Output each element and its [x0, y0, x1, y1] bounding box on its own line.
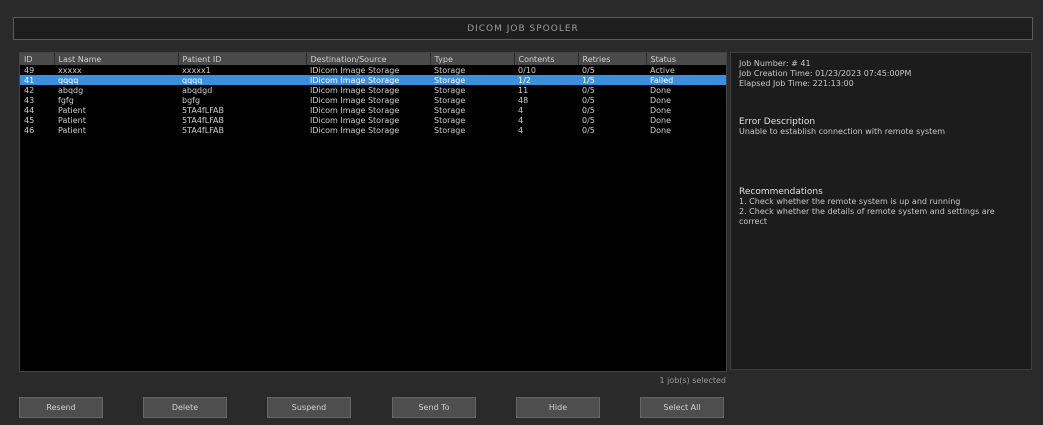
cell-status: Active: [650, 65, 675, 75]
table-header-row: ID Last Name Patient ID Destination/Sour…: [20, 53, 726, 65]
column-header-patient-id[interactable]: Patient ID: [178, 53, 307, 65]
cell-status: Done: [650, 95, 672, 105]
cell-last-name: abqdg: [58, 85, 84, 95]
cell-destination: IDicom Image Storage: [310, 125, 400, 135]
suspend-button[interactable]: Suspend: [267, 397, 351, 418]
column-header-last-name[interactable]: Last Name: [54, 53, 179, 65]
table-row[interactable]: 45 Patient 5TA4fLFAB IDicom Image Storag…: [20, 115, 726, 125]
cell-id: 42: [24, 85, 35, 95]
cell-type: Storage: [434, 85, 466, 95]
recommendation-item: 2. Check whether the details of remote s…: [739, 207, 995, 216]
table-row-selected[interactable]: 41 qqqq qqqq IDicom Image Storage Storag…: [20, 75, 726, 85]
cell-last-name: xxxxx: [58, 65, 82, 75]
cell-retries: 0/5: [582, 85, 595, 95]
recommendation-item-continued: correct: [739, 217, 768, 226]
cell-patient-id: 5TA4fLFAB: [182, 115, 225, 125]
table-row[interactable]: 46 Patient 5TA4fLFAB IDicom Image Storag…: [20, 125, 726, 135]
cell-id: 46: [24, 125, 35, 135]
cell-destination: IDicom Image Storage: [310, 115, 400, 125]
cell-contents: 48: [518, 95, 529, 105]
select-all-button[interactable]: Select All: [640, 397, 724, 418]
error-description-text: Unable to establish connection with remo…: [739, 127, 945, 136]
table-row[interactable]: 42 abqdg abqdgd IDicom Image Storage Sto…: [20, 85, 726, 95]
cell-contents: 4: [518, 105, 524, 115]
cell-last-name: qqqq: [54, 75, 178, 85]
hide-button[interactable]: Hide: [516, 397, 600, 418]
column-header-contents[interactable]: Contents: [514, 53, 579, 65]
cell-contents: 1/2: [514, 75, 578, 85]
page-title: DICOM JOB SPOOLER: [467, 23, 579, 34]
cell-id: 45: [24, 115, 35, 125]
cell-last-name: Patient: [58, 105, 86, 115]
recommendation-item: 1. Check whether the remote system is up…: [739, 197, 961, 206]
cell-patient-id: xxxxx1: [182, 65, 211, 75]
cell-retries: 0/5: [582, 115, 595, 125]
cell-patient-id: qqqq: [178, 75, 306, 85]
cell-id: 43: [24, 95, 35, 105]
table-row[interactable]: 43 fgfg bgfg IDicom Image Storage Storag…: [20, 95, 726, 105]
cell-retries: 0/5: [582, 95, 595, 105]
cell-status: Done: [650, 115, 672, 125]
cell-patient-id: 5TA4fLFAB: [182, 105, 225, 115]
cell-type: Storage: [434, 115, 466, 125]
cell-type: Storage: [430, 75, 514, 85]
cell-status: Done: [650, 85, 672, 95]
resend-button[interactable]: Resend: [19, 397, 103, 418]
cell-contents: 11: [518, 85, 529, 95]
column-header-type[interactable]: Type: [430, 53, 515, 65]
send-to-button[interactable]: Send To: [392, 397, 476, 418]
job-number: Job Number: # 41: [739, 59, 811, 68]
selection-count: 1 job(s) selected: [659, 376, 726, 385]
table-row[interactable]: 49 xxxxx xxxxx1 IDicom Image Storage Sto…: [20, 65, 726, 75]
cell-status: Done: [650, 125, 672, 135]
cell-type: Storage: [434, 125, 466, 135]
spooler-title-bar: DICOM JOB SPOOLER: [13, 17, 1033, 40]
delete-button[interactable]: Delete: [143, 397, 227, 418]
error-description-heading: Error Description: [739, 117, 816, 127]
cell-type: Storage: [434, 105, 466, 115]
cell-contents: 4: [518, 115, 524, 125]
cell-destination: IDicom Image Storage: [310, 105, 400, 115]
job-details-panel: Job Number: # 41 Job Creation Time: 01/2…: [730, 52, 1032, 370]
cell-retries: 0/5: [582, 105, 595, 115]
column-header-retries[interactable]: Retries: [578, 53, 647, 65]
cell-id: 49: [24, 65, 35, 75]
cell-last-name: fgfg: [58, 95, 74, 105]
cell-id: 41: [20, 75, 54, 85]
cell-destination: IDicom Image Storage: [310, 65, 400, 75]
cell-type: Storage: [434, 95, 466, 105]
elapsed-job-time: Elapsed Job Time: 221:13:00: [739, 79, 854, 88]
cell-contents: 4: [518, 125, 524, 135]
recommendations-heading: Recommendations: [739, 187, 823, 197]
table-row[interactable]: 44 Patient 5TA4fLFAB IDicom Image Storag…: [20, 105, 726, 115]
cell-patient-id: bgfg: [182, 95, 201, 105]
cell-destination: IDicom Image Storage: [310, 85, 400, 95]
cell-contents: 0/10: [518, 65, 536, 75]
cell-destination: IDicom Image Storage: [306, 75, 430, 85]
column-header-id[interactable]: ID: [20, 53, 55, 65]
cell-retries: 0/5: [582, 65, 595, 75]
cell-retries: 0/5: [582, 125, 595, 135]
cell-patient-id: 5TA4fLFAB: [182, 125, 225, 135]
cell-type: Storage: [434, 65, 466, 75]
cell-status: Failed: [646, 75, 726, 85]
cell-id: 44: [24, 105, 35, 115]
column-header-destination[interactable]: Destination/Source: [306, 53, 431, 65]
job-queue-table[interactable]: ID Last Name Patient ID Destination/Sour…: [19, 52, 727, 372]
cell-last-name: Patient: [58, 125, 86, 135]
cell-last-name: Patient: [58, 115, 86, 125]
column-header-status[interactable]: Status: [646, 53, 726, 65]
job-creation-time: Job Creation Time: 01/23/2023 07:45:00PM: [739, 69, 912, 78]
cell-retries: 1/5: [578, 75, 646, 85]
cell-destination: IDicom Image Storage: [310, 95, 400, 105]
cell-patient-id: abqdgd: [182, 85, 213, 95]
cell-status: Done: [650, 105, 672, 115]
